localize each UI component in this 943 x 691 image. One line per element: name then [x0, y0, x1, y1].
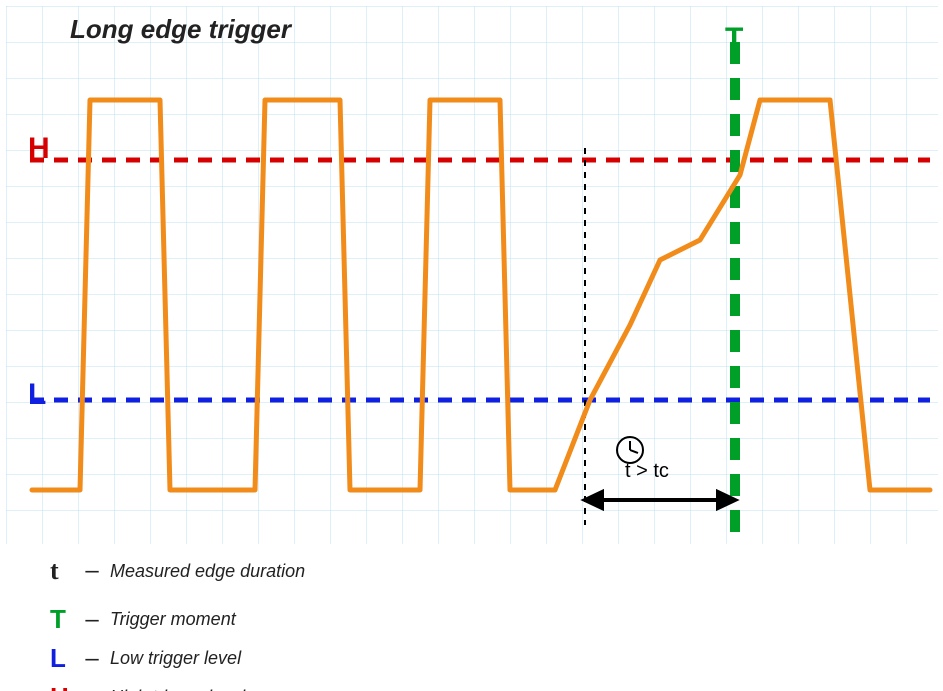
legend-dash: – [80, 684, 104, 691]
legend-row-T: T – Trigger moment [50, 604, 305, 635]
duration-arrow [585, 492, 735, 508]
condition-label: t > tᴄ [625, 460, 669, 483]
legend-desc-t: Measured edge duration [104, 561, 305, 582]
signal-waveform [32, 100, 930, 490]
legend-desc-T: Trigger moment [104, 609, 236, 630]
diagram-title: Long edge trigger [70, 14, 291, 45]
legend-row-H: H – High trigger level [50, 682, 305, 691]
legend-row-t: t – Measured edge duration [50, 556, 305, 586]
legend-dash: – [80, 606, 104, 634]
label-trigger-moment: T [725, 22, 743, 56]
legend: t – Measured edge duration T – Trigger m… [50, 556, 305, 691]
label-high-level: H [28, 132, 50, 166]
legend-symbol-t: t [50, 556, 80, 586]
legend-row-L: L – Low trigger level [50, 643, 305, 674]
legend-desc-H: High trigger level [104, 687, 245, 691]
legend-dash: – [80, 557, 104, 585]
legend-symbol-T: T [50, 604, 80, 635]
legend-symbol-L: L [50, 643, 80, 674]
label-low-level: L [28, 378, 46, 412]
legend-desc-L: Low trigger level [104, 648, 241, 669]
diagram-svg [0, 0, 943, 560]
legend-symbol-H: H [50, 682, 80, 691]
legend-dash: – [80, 645, 104, 673]
